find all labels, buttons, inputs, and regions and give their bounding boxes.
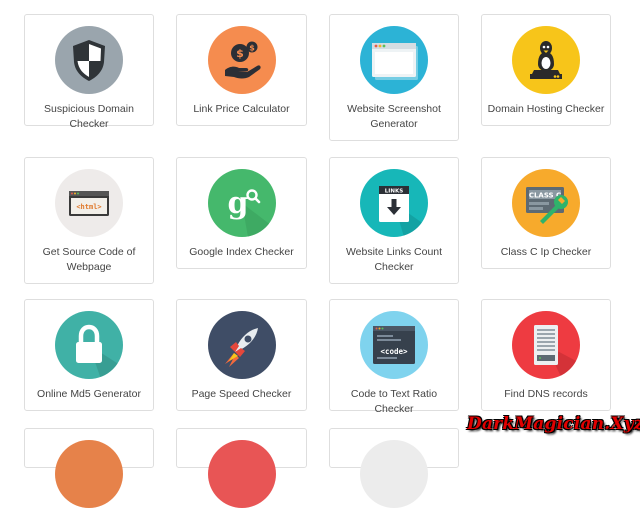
partial-tool-icon (207, 440, 276, 508)
google-search-icon: g (207, 169, 276, 237)
tool-card-partial-2[interactable] (176, 428, 307, 508)
tool-label: Link Price Calculator (193, 103, 290, 115)
partial-tool-icon (55, 440, 123, 508)
tool-label: Domain Hosting Checker (487, 103, 605, 115)
links-document-icon: LINKS (360, 169, 428, 237)
partial-tool-icon (360, 440, 428, 508)
tool-card-domain-hosting-checker[interactable]: Domain Hosting Checker (481, 14, 611, 126)
code-window-icon: <code> (360, 311, 428, 379)
tool-label: Google Index Checker (189, 246, 294, 258)
tool-card-website-links-count-checker[interactable]: LINKS Website Links Count Checker (329, 157, 459, 284)
dns-server-icon (512, 311, 580, 379)
tool-card-page-speed-checker[interactable]: Page Speed Checker (176, 299, 307, 411)
rocket-icon (207, 311, 276, 379)
tool-card-partial-3[interactable] (329, 428, 459, 508)
svg-text:<html>: <html> (76, 203, 101, 211)
svg-text:g: g (227, 186, 248, 221)
tool-label: Code to Text Ratio Checker (350, 388, 438, 415)
tool-card-find-dns-records[interactable]: Find DNS records (481, 299, 611, 411)
tool-label: Page Speed Checker (191, 388, 292, 400)
tool-card-partial-1[interactable] (24, 428, 154, 508)
tool-label: Get Source Code of Webpage (42, 246, 136, 273)
svg-text:LINKS: LINKS (385, 189, 403, 195)
tool-card-website-screenshot-generator[interactable]: Website Screenshot Generator (329, 14, 459, 141)
tool-card-class-c-ip-checker[interactable]: CLASS C Class C Ip Checker (481, 157, 611, 269)
money-hand-icon: $ $ (207, 26, 276, 94)
tool-card-code-to-text-ratio-checker[interactable]: <code> Code to Text Ratio Checker (329, 299, 459, 415)
tool-card-get-source-code[interactable]: <html> Get Source Code of Webpage (24, 157, 154, 284)
tool-card-suspicious-domain-checker[interactable]: Suspicious Domain Checker (24, 14, 154, 130)
tool-card-online-md5-generator[interactable]: Online Md5 Generator (24, 299, 154, 411)
svg-text:$: $ (236, 47, 244, 60)
lock-icon (55, 311, 123, 379)
tool-card-link-price-calculator[interactable]: $ $ Link Price Calculator (176, 14, 307, 126)
watermark-text: DarkMagician.Xyz (467, 414, 640, 434)
browser-window-icon (360, 26, 428, 94)
tool-label: Find DNS records (504, 388, 588, 400)
svg-text:<code>: <code> (380, 347, 408, 356)
tool-card-google-index-checker[interactable]: g Google Index Checker (176, 157, 307, 269)
tool-label: Suspicious Domain Checker (44, 103, 134, 130)
class-c-wrench-icon: CLASS C (512, 169, 580, 237)
tool-label: Online Md5 Generator (37, 388, 141, 400)
html-code-icon: <html> (55, 169, 123, 237)
tool-label: Website Screenshot Generator (347, 103, 441, 130)
tool-label: Class C Ip Checker (500, 246, 592, 258)
linux-server-icon (512, 26, 580, 94)
svg-text:$: $ (249, 44, 255, 53)
tool-label: Website Links Count Checker (345, 246, 443, 273)
shield-icon (55, 26, 123, 94)
